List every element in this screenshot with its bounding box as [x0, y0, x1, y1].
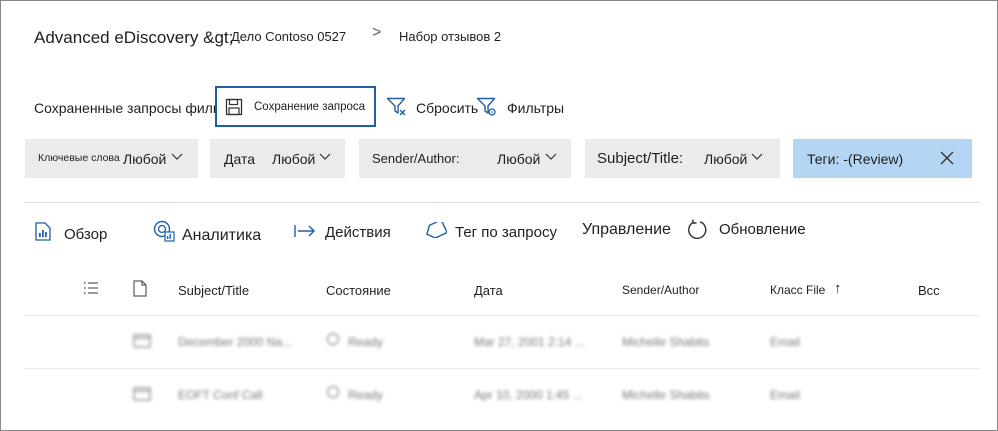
- header-file-class[interactable]: Класс File: [770, 283, 825, 297]
- filters-button[interactable]: Фильтры: [507, 100, 564, 116]
- divider: [24, 202, 980, 203]
- report-icon: [35, 222, 51, 241]
- overview-button[interactable]: Обзор: [64, 226, 107, 243]
- reset-button[interactable]: Сбросить: [416, 100, 478, 116]
- arrow-right-icon: [294, 225, 315, 237]
- breadcrumb-root[interactable]: Advanced eDiscovery &gt;: [34, 28, 233, 48]
- header-date[interactable]: Дата: [474, 283, 503, 298]
- refresh-button[interactable]: Обновление: [719, 221, 806, 238]
- row-date: Mar 27, 2001 2:14 ...: [474, 335, 585, 349]
- filter-keywords-value: Любой: [123, 151, 167, 167]
- filter-tags[interactable]: Теги: -(Review): [793, 139, 972, 178]
- chevron-down-icon: [545, 153, 557, 160]
- filter-tags-label: Теги: -(Review): [807, 151, 904, 167]
- filter-subject-title[interactable]: Subject/Title: Любой: [585, 139, 780, 178]
- analytics-icon: [153, 220, 175, 242]
- row-date: Apr 10, 2000 1:45 ...: [474, 388, 583, 402]
- status-circle-icon: [326, 385, 340, 402]
- save-query-label: Сохранение запроса: [254, 101, 366, 113]
- analytics-button[interactable]: Аналитика: [182, 227, 261, 245]
- document-icon: [133, 280, 147, 297]
- chevron-down-icon: [171, 153, 183, 160]
- header-bcc[interactable]: Bcc: [918, 283, 940, 298]
- filter-keywords-label: Ключевые слова: [38, 152, 120, 164]
- header-sender-author[interactable]: Sender/Author: [622, 283, 699, 297]
- status-circle-icon: [326, 332, 340, 349]
- actions-button[interactable]: Действия: [325, 224, 391, 241]
- filters-icon[interactable]: [476, 96, 498, 118]
- reset-filter-icon[interactable]: [386, 96, 408, 118]
- save-query-button[interactable]: Сохранение запроса: [215, 86, 376, 127]
- row-subject: EOFT Conf Call: [178, 388, 263, 402]
- filter-date[interactable]: Дата Любой: [210, 139, 345, 178]
- chevron-down-icon: [319, 153, 331, 160]
- filter-keywords[interactable]: Ключевые слова Любой: [25, 139, 198, 178]
- close-icon[interactable]: [940, 151, 954, 165]
- header-subject-title[interactable]: Subject/Title: [178, 283, 249, 298]
- manage-button[interactable]: Управление: [582, 221, 671, 239]
- tag-icon: [426, 222, 447, 238]
- save-icon: [225, 98, 243, 116]
- email-icon: [133, 334, 151, 348]
- chevron-down-icon: [751, 153, 763, 160]
- row-class: Email: [770, 388, 801, 402]
- saved-queries-label: Сохраненные запросы фильтра: [34, 100, 242, 116]
- breadcrumb-separator: >: [372, 24, 382, 41]
- filter-date-label: Дата: [224, 151, 256, 167]
- filter-sender-author-value: Любой: [497, 151, 541, 167]
- filter-sender-author-label: Sender/Author:: [372, 151, 460, 166]
- breadcrumb-review-set: Набор отзывов 2: [399, 29, 502, 44]
- row-status: Ready: [348, 335, 383, 349]
- breadcrumb-case[interactable]: Дело Contoso 0527: [231, 29, 346, 44]
- header-status[interactable]: Состояние: [326, 283, 391, 298]
- filter-subject-title-label: Subject/Title:: [597, 150, 684, 167]
- email-icon: [133, 387, 151, 401]
- list-icon[interactable]: [83, 281, 99, 295]
- filter-sender-author[interactable]: Sender/Author: Любой: [359, 139, 571, 178]
- row-author: Michelle Shabits: [622, 335, 710, 349]
- sort-ascending-icon: ↑: [834, 280, 842, 297]
- row-subject: December 2000 Na...: [178, 335, 293, 349]
- table-row[interactable]: December 2000 Na... Ready Mar 27, 2001 2…: [0, 316, 998, 368]
- table-row[interactable]: EOFT Conf Call Ready Apr 10, 2000 1:45 .…: [0, 369, 998, 421]
- tag-by-query-button[interactable]: Тег по запросу: [455, 224, 557, 241]
- row-status: Ready: [348, 388, 383, 402]
- refresh-icon: [688, 219, 707, 240]
- row-class: Email: [770, 335, 801, 349]
- row-author: Michelle Shabits: [622, 388, 710, 402]
- filter-subject-title-value: Любой: [704, 151, 748, 167]
- filter-date-value: Любой: [272, 151, 316, 167]
